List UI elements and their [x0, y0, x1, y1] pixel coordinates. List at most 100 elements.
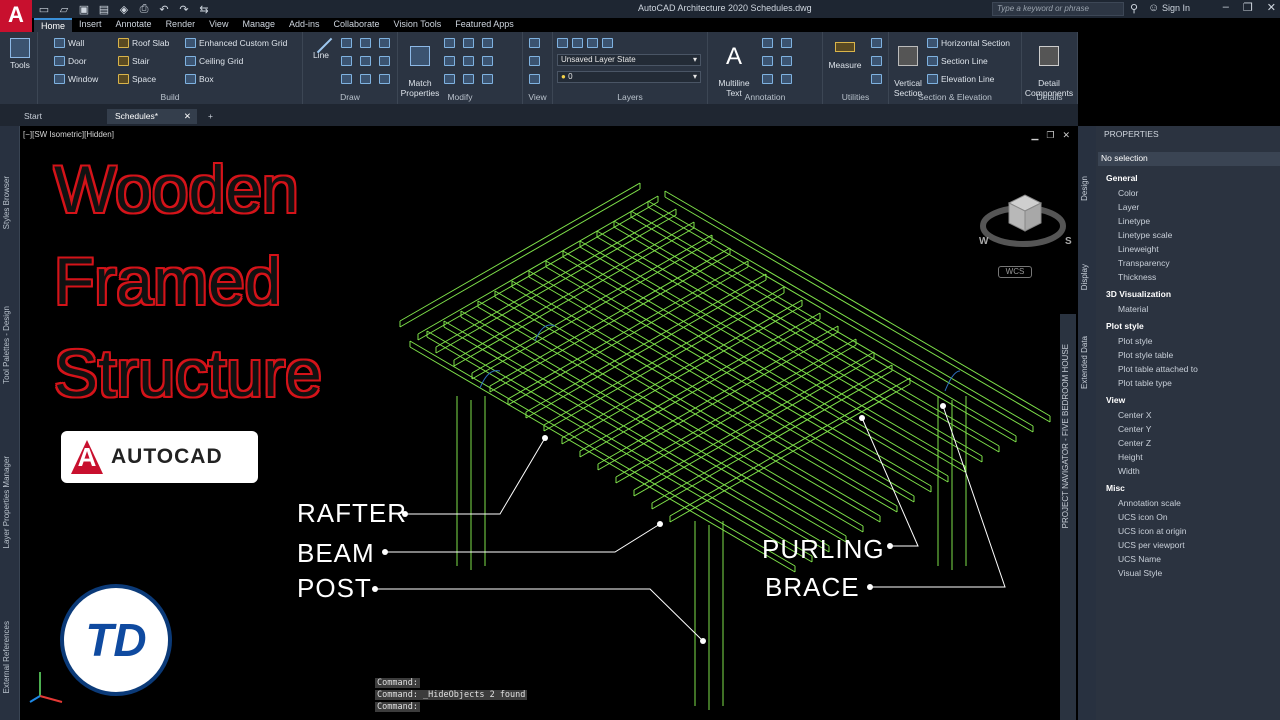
utilities-panel-title[interactable]: Utilities [823, 92, 888, 102]
multiline-text-button[interactable]: A Multiline Text [712, 36, 756, 99]
property-row[interactable]: Transparency [1116, 257, 1280, 270]
property-row[interactable]: Center X [1116, 409, 1280, 422]
property-row[interactable]: Linetype scale [1116, 229, 1280, 242]
tab-start[interactable]: Start [16, 109, 106, 124]
layer-properties-icon[interactable] [557, 38, 568, 48]
layer-off-icon[interactable] [587, 38, 598, 48]
circle-icon[interactable] [341, 56, 352, 66]
property-row[interactable]: Visual Style [1116, 567, 1280, 580]
utility-3[interactable] [871, 74, 882, 84]
close-icon[interactable]: ✕ [184, 111, 191, 122]
close-icon[interactable]: ✕ [1062, 130, 1070, 141]
arc-icon[interactable] [360, 38, 371, 48]
layer-state-dropdown[interactable]: Unsaved Layer State ▾ [557, 54, 701, 66]
table-icon[interactable] [762, 74, 773, 84]
spline-icon[interactable] [360, 56, 371, 66]
save-as-icon[interactable]: ▤ [98, 3, 110, 16]
tab-schedules[interactable]: Schedules* ✕ [107, 109, 197, 124]
region-icon[interactable] [379, 74, 390, 84]
section-line-button[interactable]: Section Line [927, 56, 988, 66]
property-row[interactable]: Plot style [1116, 335, 1280, 348]
tag-icon[interactable] [762, 56, 773, 66]
close-icon[interactable]: ✕ [1267, 1, 1276, 14]
measure-button[interactable]: Measure [825, 36, 865, 70]
tab-render[interactable]: Render [159, 18, 203, 32]
tab-vision-tools[interactable]: Vision Tools [387, 18, 449, 32]
stair-button[interactable]: Stair [118, 56, 149, 66]
tab-extended-data[interactable]: Extended Data [1080, 336, 1089, 389]
elevation-line-button[interactable]: Elevation Line [927, 74, 994, 84]
open-icon[interactable]: ▱ [58, 3, 70, 16]
tab-display[interactable]: Display [1080, 264, 1089, 290]
redo-icon[interactable]: ↷ [178, 3, 190, 16]
tab-collaborate[interactable]: Collaborate [327, 18, 387, 32]
detail-components-button[interactable]: Detail Components [1022, 36, 1076, 98]
binoculars-icon[interactable]: ⚲ [1130, 2, 1138, 15]
utility-2[interactable] [871, 56, 882, 66]
ceiling-grid-button[interactable]: Ceiling Grid [185, 56, 243, 66]
property-row[interactable]: Annotation scale [1116, 497, 1280, 510]
draw-panel-title[interactable]: Draw [303, 92, 397, 102]
property-row[interactable]: UCS Name [1116, 553, 1280, 566]
vertical-section-button[interactable]: Vertical Section [891, 36, 925, 98]
mirror-icon[interactable] [463, 56, 474, 66]
hatch-icon[interactable] [379, 56, 390, 66]
window-button[interactable]: Window [54, 74, 98, 84]
property-row[interactable]: Lineweight [1116, 243, 1280, 256]
wcs-menu[interactable]: WCS [998, 266, 1032, 278]
save-icon[interactable]: ▣ [78, 3, 90, 16]
viewport-controls-label[interactable]: [−][SW Isometric][Hidden] [23, 130, 114, 139]
tab-featured-apps[interactable]: Featured Apps [448, 18, 521, 32]
tab-insert[interactable]: Insert [72, 18, 109, 32]
leader-icon[interactable] [781, 38, 792, 48]
move-icon[interactable] [444, 38, 455, 48]
minimize-icon[interactable]: – [1223, 1, 1229, 14]
property-row[interactable]: Plot style table [1116, 349, 1280, 362]
roof-slab-button[interactable]: Roof Slab [118, 38, 169, 48]
new-icon[interactable]: ▭ [38, 3, 50, 16]
selection-dropdown[interactable]: No selection [1098, 152, 1280, 166]
app-menu-button[interactable]: A [0, 0, 32, 32]
property-row[interactable]: UCS icon at origin [1116, 525, 1280, 538]
property-row[interactable]: Linetype [1116, 215, 1280, 228]
line-button[interactable]: Line [307, 30, 335, 60]
signin-button[interactable]: Sign In [1162, 3, 1190, 13]
enhanced-custom-grid-button[interactable]: Enhanced Custom Grid [185, 38, 287, 48]
property-row[interactable]: UCS per viewport [1116, 539, 1280, 552]
viewcube[interactable]: W S [975, 181, 1085, 261]
property-row[interactable]: Height [1116, 451, 1280, 464]
property-section[interactable]: General [1102, 172, 1280, 185]
minimize-icon[interactable]: ▁ [1031, 130, 1038, 141]
share-icon[interactable]: ⇆ [198, 3, 210, 16]
drawing-viewport[interactable]: [−][SW Isometric][Hidden] ▁ ❐ ✕ Wooden F… [20, 126, 1078, 720]
view-tool-1[interactable] [529, 38, 540, 48]
external-references-tab[interactable]: External References [2, 621, 18, 693]
scale-icon[interactable] [463, 74, 474, 84]
property-section[interactable]: Plot style [1102, 320, 1280, 333]
annotation-panel-title[interactable]: Annotation [708, 92, 822, 102]
copy-icon[interactable] [444, 56, 455, 66]
tab-view[interactable]: View [202, 18, 235, 32]
schedule-icon[interactable] [781, 74, 792, 84]
wall-button[interactable]: Wall [54, 38, 84, 48]
array-icon[interactable] [482, 74, 493, 84]
property-row[interactable]: Plot table attached to [1116, 363, 1280, 376]
tool-palettes-tab[interactable]: Tool Palettes - Design [2, 306, 18, 384]
undo-icon[interactable]: ↶ [158, 3, 170, 16]
space-button[interactable]: Space [118, 74, 156, 84]
horizontal-section-button[interactable]: Horizontal Section [927, 38, 1010, 48]
rectangle-icon[interactable] [341, 74, 352, 84]
user-icon[interactable]: ☺ [1148, 2, 1159, 14]
modify-panel-title[interactable]: Modify [398, 92, 522, 102]
web-icon[interactable]: ◈ [118, 3, 130, 16]
match-properties-button[interactable]: Match Properties [400, 36, 440, 98]
property-row[interactable]: Material [1116, 303, 1280, 316]
box-button[interactable]: Box [185, 74, 214, 84]
layer-properties-tab[interactable]: Layer Properties Manager [2, 456, 18, 549]
details-panel-title[interactable]: Details [1022, 92, 1077, 102]
build-panel-title[interactable]: Build [38, 92, 302, 102]
styles-browser-tab[interactable]: Styles Browser [2, 176, 18, 229]
tab-manage[interactable]: Manage [235, 18, 282, 32]
current-layer-dropdown[interactable]: ● 0 ▾ [557, 71, 701, 83]
utility-1[interactable] [871, 38, 882, 48]
